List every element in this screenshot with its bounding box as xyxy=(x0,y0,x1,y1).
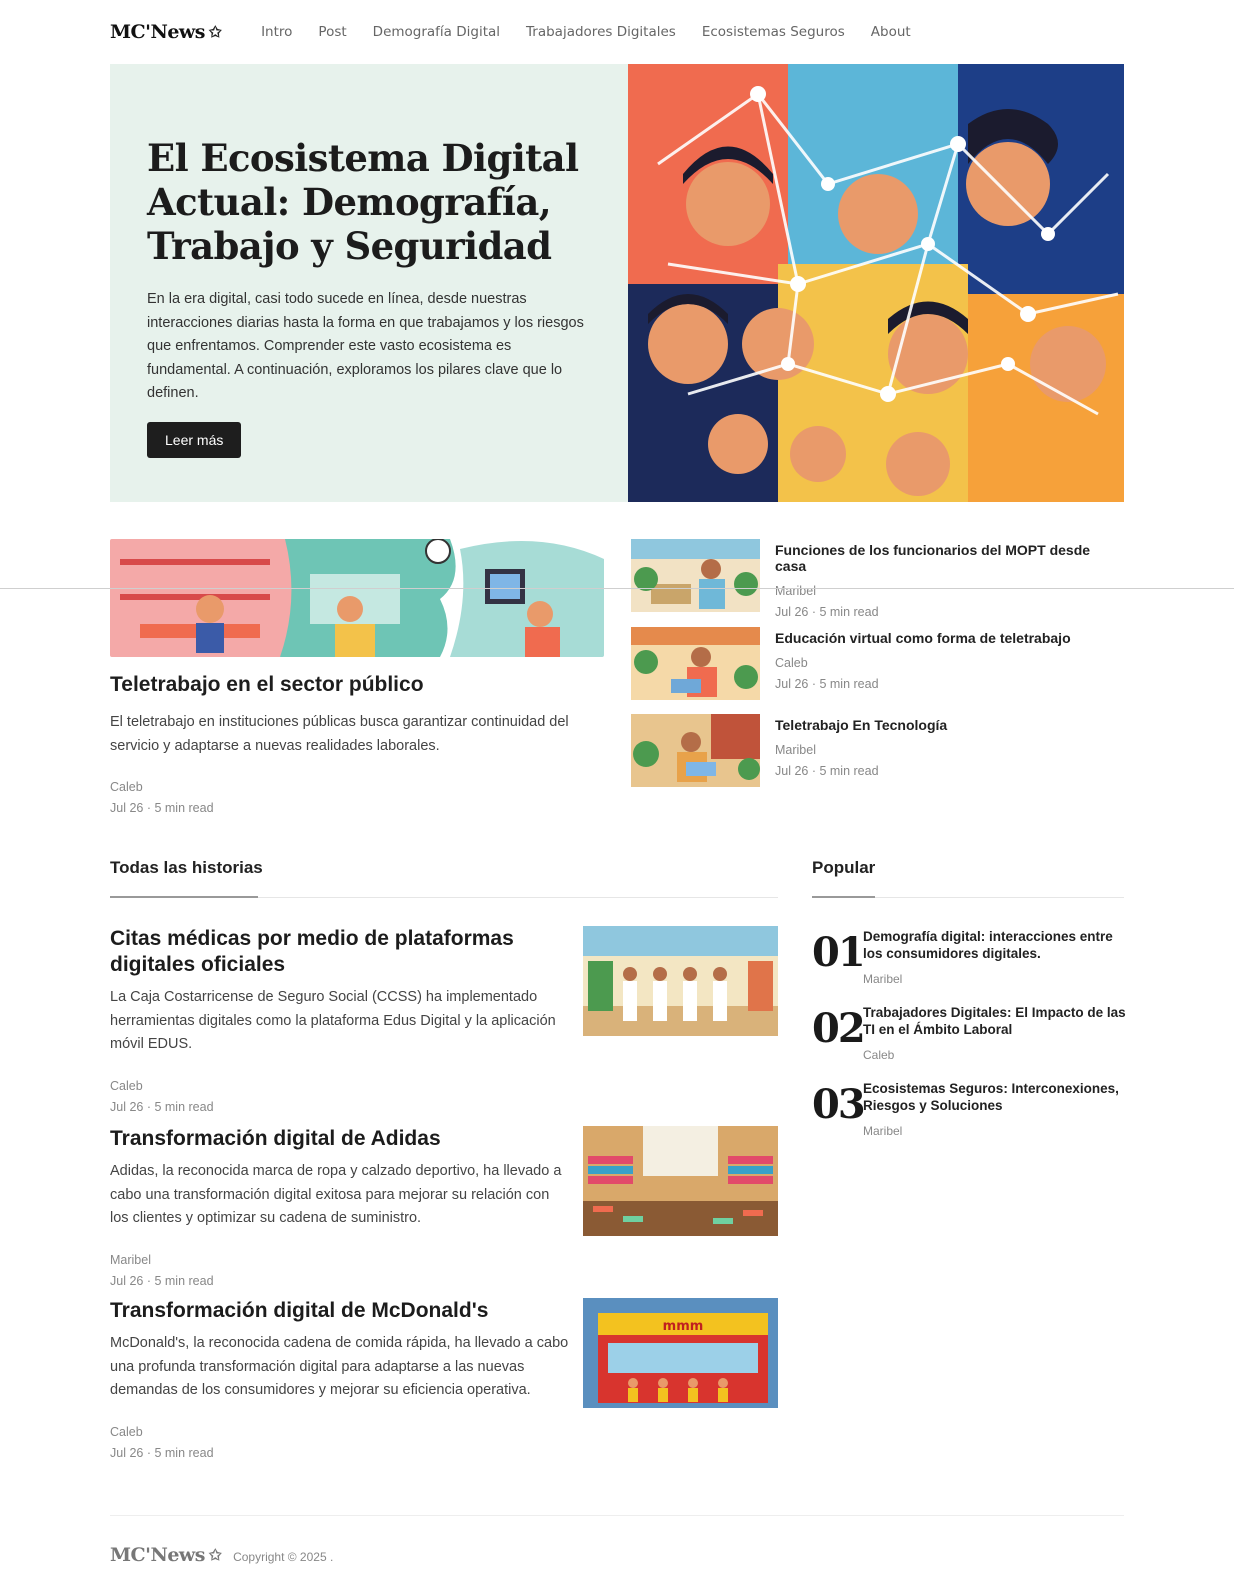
read-more-button[interactable]: Leer más xyxy=(147,421,242,458)
featured-post[interactable]: Teletrabajo en el sector público El tele… xyxy=(110,539,604,815)
popular-info: Demografía digital: interacciones entre … xyxy=(863,928,1126,986)
side-post-image xyxy=(631,714,760,787)
story-title[interactable]: Transformación digital de McDonald's xyxy=(110,1298,570,1324)
side-post-info: Teletrabajo En Tecnología Maribel Jul 26… xyxy=(775,714,947,802)
featured-post-title[interactable]: Teletrabajo en el sector público xyxy=(110,673,604,697)
star-icon: ✩ xyxy=(208,23,222,41)
nav-link-about[interactable]: About xyxy=(871,24,911,40)
post-author[interactable]: Caleb xyxy=(110,1079,570,1093)
side-post-title[interactable]: Funciones de los funcionarios del MOPT d… xyxy=(775,542,1125,574)
footer-logo[interactable]: MC'News ✩ xyxy=(110,1544,222,1566)
logo-text: MC'News xyxy=(110,21,205,43)
featured-post-image xyxy=(110,539,604,657)
hero-title: El Ecosistema Digital Actual: Demografía… xyxy=(147,136,579,268)
popular-item[interactable]: 01 Demografía digital: interacciones ent… xyxy=(812,928,1126,986)
story-item[interactable]: Citas médicas por medio de plataformas d… xyxy=(110,926,778,1114)
section-underline xyxy=(812,896,875,898)
hero-text: El Ecosistema Digital Actual: Demografía… xyxy=(110,64,628,502)
side-post-item[interactable]: Teletrabajo En Tecnología Maribel Jul 26… xyxy=(631,714,1125,802)
popular-title[interactable]: Ecosistemas Seguros: Interconexiones, Ri… xyxy=(863,1080,1126,1114)
story-description: La Caja Costarricense de Seguro Social (… xyxy=(110,989,556,1052)
hero-illustration xyxy=(628,64,1124,502)
side-post-item[interactable]: Educación virtual como forma de teletrab… xyxy=(631,626,1125,715)
site-footer: MC'News ✩ Copyright © 2025 . xyxy=(110,1544,333,1566)
nav-link-trabajadores[interactable]: Trabajadores Digitales xyxy=(526,24,676,40)
post-author[interactable]: Maribel xyxy=(863,972,1126,986)
side-post-info: Educación virtual como forma de teletrab… xyxy=(775,627,1071,715)
divider-line xyxy=(0,588,1234,589)
story-image: mmm xyxy=(583,1298,778,1408)
popular-title[interactable]: Trabajadores Digitales: El Impacto de la… xyxy=(863,1004,1126,1038)
side-post-info: Funciones de los funcionarios del MOPT d… xyxy=(775,539,1125,627)
story-item[interactable]: Transformación digital de Adidas Adidas,… xyxy=(110,1126,778,1288)
svg-text:mmm: mmm xyxy=(663,1319,704,1334)
side-post-image xyxy=(631,539,760,612)
all-stories-heading: Todas las historias xyxy=(110,858,263,877)
story-image xyxy=(583,1126,778,1236)
nav-link-intro[interactable]: Intro xyxy=(261,24,292,40)
post-author[interactable]: Caleb xyxy=(110,1425,570,1439)
post-author[interactable]: Caleb xyxy=(775,656,1071,670)
popular-info: Trabajadores Digitales: El Impacto de la… xyxy=(863,1004,1126,1062)
side-post-title[interactable]: Educación virtual como forma de teletrab… xyxy=(775,630,1071,646)
post-meta: Jul 26 · 5 min read xyxy=(110,1273,214,1288)
story-title[interactable]: Transformación digital de Adidas xyxy=(110,1126,570,1152)
logo-text: MC'News xyxy=(110,1544,205,1566)
site-logo[interactable]: MC'News ✩ xyxy=(110,21,222,43)
popular-rank: 02 xyxy=(812,1005,866,1052)
copyright-text: Copyright © 2025 . xyxy=(233,1550,334,1564)
side-post-list: Funciones de los funcionarios del MOPT d… xyxy=(631,539,1125,802)
nav-links: Intro Post Demografía Digital Trabajador… xyxy=(261,24,911,40)
side-post-item[interactable]: Funciones de los funcionarios del MOPT d… xyxy=(631,539,1125,627)
post-author[interactable]: Caleb xyxy=(110,780,604,794)
story-text: Transformación digital de Adidas Adidas,… xyxy=(110,1126,570,1288)
post-author[interactable]: Maribel xyxy=(863,1124,1126,1138)
story-text: Citas médicas por medio de plataformas d… xyxy=(110,926,570,1114)
popular-item[interactable]: 03 Ecosistemas Seguros: Interconexiones,… xyxy=(812,1080,1126,1138)
post-author[interactable]: Caleb xyxy=(863,1048,1126,1062)
popular-rank: 03 xyxy=(812,1081,866,1128)
star-icon: ✩ xyxy=(208,1546,222,1564)
post-meta: Jul 26 · 5 min read xyxy=(110,1099,214,1114)
popular-heading: Popular xyxy=(812,858,876,877)
story-item[interactable]: Transformación digital de McDonald's McD… xyxy=(110,1298,778,1460)
post-author[interactable]: Maribel xyxy=(110,1253,570,1267)
section-underline xyxy=(110,896,258,898)
top-navbar: MC'News ✩ Intro Post Demografía Digital … xyxy=(110,18,1124,46)
story-text: Transformación digital de McDonald's McD… xyxy=(110,1298,570,1460)
post-meta: Jul 26 · 5 min read xyxy=(775,605,879,619)
popular-rank: 01 xyxy=(812,929,866,976)
post-meta: Jul 26 · 5 min read xyxy=(110,1445,214,1460)
footer-divider xyxy=(110,1515,1124,1516)
story-title[interactable]: Citas médicas por medio de plataformas d… xyxy=(110,926,570,978)
post-meta: Jul 26 · 5 min read xyxy=(775,676,879,691)
post-author[interactable]: Maribel xyxy=(775,743,947,757)
hero-banner: El Ecosistema Digital Actual: Demografía… xyxy=(110,64,1124,502)
popular-title[interactable]: Demografía digital: interacciones entre … xyxy=(863,928,1126,962)
post-author[interactable]: Maribel xyxy=(775,584,1125,598)
popular-info: Ecosistemas Seguros: Interconexiones, Ri… xyxy=(863,1080,1126,1138)
story-description: McDonald's, la reconocida cadena de comi… xyxy=(110,1335,569,1398)
nav-link-post[interactable]: Post xyxy=(318,24,346,40)
nav-link-demografia[interactable]: Demografía Digital xyxy=(373,24,500,40)
post-meta: Jul 26 · 5 min read xyxy=(110,801,214,815)
story-description: Adidas, la reconocida marca de ropa y ca… xyxy=(110,1163,562,1226)
popular-item[interactable]: 02 Trabajadores Digitales: El Impacto de… xyxy=(812,1004,1126,1062)
story-image xyxy=(583,926,778,1036)
nav-link-ecosistemas[interactable]: Ecosistemas Seguros xyxy=(702,24,845,40)
side-post-title[interactable]: Teletrabajo En Tecnología xyxy=(775,717,947,733)
post-meta: Jul 26 · 5 min read xyxy=(775,764,879,778)
featured-post-description: El teletrabajo en instituciones públicas… xyxy=(110,714,569,754)
side-post-image xyxy=(631,626,760,700)
hero-description: En la era digital, casi todo sucede en l… xyxy=(147,291,584,401)
